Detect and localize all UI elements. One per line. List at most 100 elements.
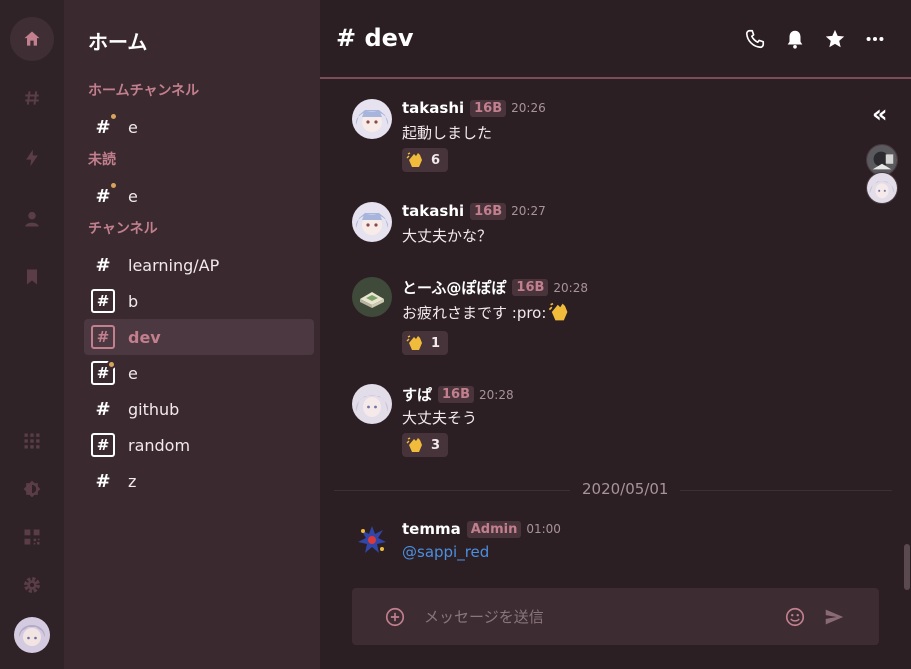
star-icon[interactable] [824, 28, 846, 50]
clap-emoji-icon [406, 437, 422, 452]
message-text: 大丈夫かな？ [402, 227, 493, 245]
message-text: 大丈夫そう [402, 409, 478, 427]
channel-name: learning/AP [128, 255, 220, 275]
timestamp: 20:27 [511, 204, 546, 218]
reaction-count: 6 [431, 152, 441, 168]
channel-dev[interactable]: # dev [84, 319, 314, 355]
hash-box-icon: # [91, 433, 115, 457]
avatar[interactable] [352, 520, 392, 560]
more-options-icon[interactable] [864, 28, 886, 50]
settings-gear-icon[interactable] [10, 563, 54, 607]
date-label: 2020/05/01 [570, 480, 681, 498]
unread-dot [109, 112, 118, 121]
emoji-picker-icon[interactable] [784, 606, 806, 628]
reaction-count: 1 [431, 335, 441, 351]
hash-icon: # [91, 112, 118, 139]
channel-name: github [128, 399, 180, 419]
admin-badge: Admin [466, 520, 522, 538]
channel-name: b [128, 291, 139, 311]
channel-view: # dev takashi 16B 20:26 起動しました 6 takashi… [320, 0, 911, 669]
hash-icon: # [95, 254, 111, 276]
message-header: takashi 16B 20:26 [402, 99, 546, 117]
hash-icon: # [91, 181, 118, 208]
clap-emoji-icon [406, 335, 422, 350]
sidebar-title: ホーム [88, 30, 148, 54]
message-header: takashi 16B 20:27 [402, 202, 546, 220]
channel-name: e [128, 117, 138, 137]
member-avatar[interactable] [866, 172, 898, 204]
channel-github[interactable]: # github [84, 391, 314, 427]
channel-learning-ap[interactable]: # learning/AP [84, 247, 314, 283]
channel-name: e [128, 186, 138, 206]
avatar[interactable] [352, 99, 392, 139]
channel-e[interactable]: # e [84, 355, 314, 391]
unread-dot [109, 181, 118, 190]
message-header: とーふ@ぽぽぽ 16B 20:28 [402, 277, 588, 298]
section-channels: チャンネル [88, 221, 158, 237]
username[interactable]: temma [402, 520, 461, 538]
user-badge: 16B [470, 202, 507, 220]
username[interactable]: とーふ@ぽぽぽ [402, 277, 506, 298]
hash-box-icon: # [91, 289, 115, 313]
channel-name: e [128, 363, 138, 383]
reaction-clap[interactable]: 6 [402, 148, 448, 172]
hash-icon: # [95, 470, 111, 492]
nav-rail [0, 0, 64, 669]
message-input[interactable]: メッセージを送信 [424, 606, 544, 627]
activity-icon[interactable] [10, 136, 54, 180]
date-divider: 2020/05/01 [334, 480, 892, 498]
home-icon[interactable] [10, 17, 54, 61]
channel-sidebar: ホーム ホームチャンネル # e 未読 # e チャンネル # learning… [64, 0, 320, 669]
user-icon[interactable] [10, 197, 54, 241]
add-attachment-icon[interactable] [384, 606, 406, 628]
timestamp: 20:28 [479, 387, 514, 402]
unread-dot [107, 360, 116, 369]
avatar[interactable] [352, 202, 392, 242]
send-icon[interactable] [822, 606, 846, 628]
timestamp: 01:00 [526, 522, 561, 536]
section-unread: 未読 [88, 152, 116, 168]
clap-emoji-icon [406, 152, 422, 167]
my-avatar[interactable] [14, 617, 50, 653]
reaction-count: 3 [431, 437, 441, 453]
channel-z[interactable]: # z [84, 463, 314, 499]
reaction-clap[interactable]: 1 [402, 331, 448, 355]
channel-name: z [128, 471, 137, 491]
qr-code-icon[interactable] [10, 515, 54, 559]
clap-emoji-icon [549, 302, 568, 321]
bell-icon[interactable] [784, 28, 806, 50]
avatar[interactable] [352, 277, 392, 317]
unread-channel-e[interactable]: # e [84, 178, 314, 214]
collapse-panel-icon[interactable]: « [872, 100, 888, 128]
apps-grid-icon[interactable] [10, 419, 54, 463]
timestamp: 20:28 [553, 280, 588, 295]
home-channel-e[interactable]: # e [84, 109, 314, 145]
timestamp: 20:26 [511, 101, 546, 115]
reaction-clap[interactable]: 3 [402, 433, 448, 457]
channel-name: dev [128, 327, 161, 347]
username[interactable]: takashi [402, 99, 464, 117]
user-badge: 16B [470, 99, 507, 117]
username[interactable]: takashi [402, 202, 464, 220]
hash-box-icon: # [91, 325, 115, 349]
theme-icon[interactable] [10, 467, 54, 511]
message-text: 起動しました [402, 124, 493, 142]
username[interactable]: すぱ [402, 384, 432, 405]
channel-header: # dev [320, 0, 911, 79]
channel-b[interactable]: # b [84, 283, 314, 319]
message-header: temma Admin 01:00 [402, 520, 561, 538]
channels-icon[interactable] [10, 76, 54, 120]
avatar[interactable] [352, 384, 392, 424]
user-badge: 16B [438, 386, 475, 403]
channel-title: # dev [336, 24, 414, 52]
channel-random[interactable]: # random [84, 427, 314, 463]
message-composer: メッセージを送信 [352, 588, 879, 645]
channel-name: random [128, 435, 191, 455]
scrollbar[interactable] [904, 544, 910, 590]
user-badge: 16B [512, 279, 549, 296]
user-mention[interactable]: @sappi_red [402, 543, 489, 561]
hash-box-icon: # [91, 360, 116, 385]
bookmark-icon[interactable] [10, 255, 54, 299]
phone-icon[interactable] [744, 28, 766, 50]
section-home-channels: ホームチャンネル [88, 83, 200, 99]
